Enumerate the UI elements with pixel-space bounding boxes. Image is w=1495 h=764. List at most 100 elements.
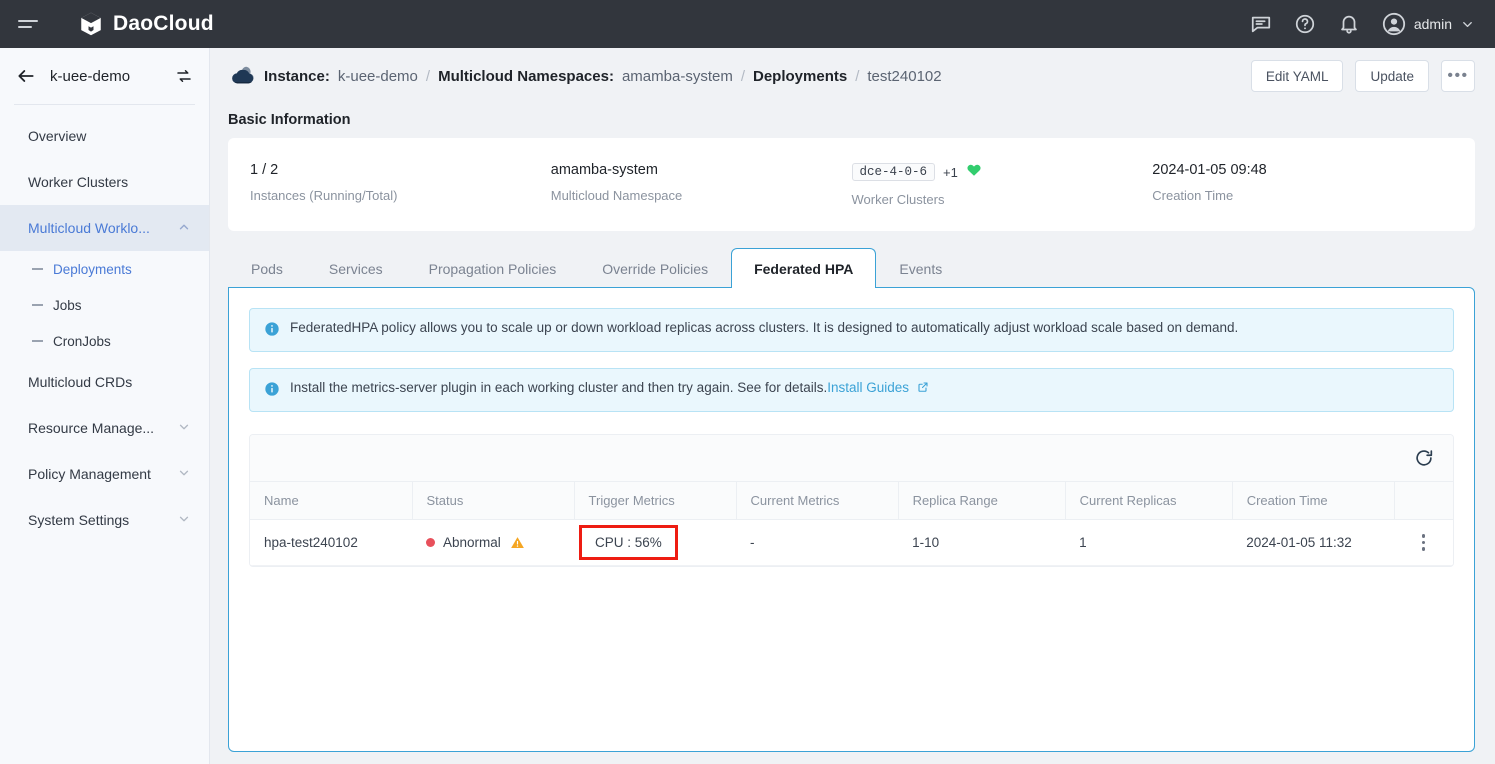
column-header-actions: [1394, 482, 1453, 520]
breadcrumb-separator: /: [741, 68, 745, 85]
sidebar-item-label: Overview: [28, 128, 86, 144]
sidebar-item-label: Multicloud CRDs: [28, 374, 132, 390]
breadcrumb: Instance: k-uee-demo / Multicloud Namesp…: [264, 68, 942, 85]
cell-current-metrics: -: [736, 520, 898, 566]
sidebar-item-overview[interactable]: Overview: [0, 113, 209, 159]
heart-icon: [966, 162, 982, 182]
sidebar-item-resource-management[interactable]: Resource Manage...: [0, 405, 209, 451]
hamburger-icon[interactable]: [14, 9, 44, 39]
sidebar-header: k-uee-demo: [0, 48, 209, 104]
sidebar-item-worker-clusters[interactable]: Worker Clusters: [0, 159, 209, 205]
breadcrumb-separator: /: [426, 68, 430, 85]
sidebar-item-policy-management[interactable]: Policy Management: [0, 451, 209, 497]
tab-services[interactable]: Services: [306, 249, 406, 287]
breadcrumb-bar: Instance: k-uee-demo / Multicloud Namesp…: [210, 48, 1495, 104]
sidebar-title: k-uee-demo: [50, 68, 161, 85]
breadcrumb-key-deployments[interactable]: Deployments: [753, 68, 847, 85]
column-header-current-replicas: Current Replicas: [1065, 482, 1232, 520]
breadcrumb-key-namespaces: Multicloud Namespaces:: [438, 68, 614, 85]
cell-actions: [1394, 520, 1453, 566]
cluster-tag[interactable]: dce-4-0-6: [852, 163, 936, 181]
edit-yaml-button[interactable]: Edit YAML: [1251, 60, 1344, 92]
basic-label: Multicloud Namespace: [551, 188, 852, 203]
tab-events[interactable]: Events: [876, 249, 965, 287]
sidebar-item-deployments[interactable]: Deployments: [0, 251, 209, 287]
bell-icon[interactable]: [1338, 13, 1360, 35]
more-actions-button[interactable]: •••: [1441, 60, 1475, 92]
sidebar-item-label: Jobs: [53, 298, 82, 313]
info-icon: [264, 321, 280, 340]
back-arrow-icon[interactable]: [16, 66, 36, 86]
chevron-down-icon: [177, 420, 191, 437]
basic-information-card: 1 / 2 Instances (Running/Total) amamba-s…: [228, 138, 1475, 231]
brand-logo[interactable]: DaoCloud: [78, 11, 214, 37]
sidebar-item-jobs[interactable]: Jobs: [0, 287, 209, 323]
basic-value: 1 / 2: [250, 162, 551, 178]
alert-text: Install the metrics-server plugin in eac…: [290, 380, 827, 395]
column-header-name: Name: [250, 482, 412, 520]
warning-icon[interactable]: [510, 535, 525, 550]
daocloud-cube-icon: [78, 11, 104, 37]
body: k-uee-demo Overview Worker Clusters Mult…: [0, 48, 1495, 764]
dash-icon: [32, 268, 43, 270]
trigger-metrics-highlight: CPU : 56%: [579, 525, 678, 560]
sidebar-item-system-settings[interactable]: System Settings: [0, 497, 209, 543]
switch-cluster-icon[interactable]: [175, 67, 193, 85]
sidebar-item-cronjobs[interactable]: CronJobs: [0, 323, 209, 359]
table-row: hpa-test240102 Abnormal: [250, 520, 1453, 566]
table-toolbar: [250, 435, 1453, 481]
user-menu[interactable]: admin: [1382, 12, 1475, 36]
dash-icon: [32, 340, 43, 342]
trigger-metrics-value: CPU : 56%: [595, 535, 662, 550]
tab-propagation-policies[interactable]: Propagation Policies: [406, 249, 580, 287]
cell-trigger-metrics: CPU : 56%: [574, 520, 736, 566]
chevron-up-icon: [177, 220, 191, 237]
header-actions: Edit YAML Update •••: [1251, 60, 1475, 92]
column-header-current-metrics: Current Metrics: [736, 482, 898, 520]
sidebar-item-label: Multicloud Worklo...: [28, 220, 150, 236]
alert-metrics-server: Install the metrics-server plugin in eac…: [249, 368, 1454, 412]
tab-panel-federated-hpa: FederatedHPA policy allows you to scale …: [228, 287, 1475, 752]
alert-text: FederatedHPA policy allows you to scale …: [290, 320, 1238, 335]
cell-status: Abnormal: [412, 520, 574, 566]
tab-pods[interactable]: Pods: [228, 249, 306, 287]
help-icon[interactable]: [1294, 13, 1316, 35]
cell-creation-time: 2024-01-05 11:32: [1232, 520, 1394, 566]
chevron-down-icon[interactable]: [1460, 17, 1475, 32]
alert-policy-description: FederatedHPA policy allows you to scale …: [249, 308, 1454, 352]
basic-field-worker-clusters: dce-4-0-6 +1 Worker Clusters: [852, 162, 1153, 207]
table-header-row: Name Status Trigger Metrics Current Metr…: [250, 482, 1453, 520]
sidebar-item-multicloud-crds[interactable]: Multicloud CRDs: [0, 359, 209, 405]
content-scroll: Basic Information 1 / 2 Instances (Runni…: [210, 104, 1495, 764]
external-link-icon[interactable]: [909, 380, 929, 395]
breadcrumb-key-instance: Instance:: [264, 68, 330, 85]
breadcrumb-value-namespace[interactable]: amamba-system: [622, 68, 733, 85]
cell-name[interactable]: hpa-test240102: [250, 520, 412, 566]
breadcrumb-value-instance[interactable]: k-uee-demo: [338, 68, 418, 85]
cell-current-replicas: 1: [1065, 520, 1232, 566]
update-button[interactable]: Update: [1355, 60, 1429, 92]
tab-bar: Pods Services Propagation Policies Overr…: [228, 247, 1475, 287]
sidebar-item-label: CronJobs: [53, 334, 111, 349]
page-title: Basic Information: [228, 112, 1475, 128]
kebab-menu-icon[interactable]: [1408, 534, 1439, 551]
tab-override-policies[interactable]: Override Policies: [579, 249, 731, 287]
sidebar-item-label: Deployments: [53, 262, 132, 277]
top-bar: DaoCloud admin: [0, 0, 1495, 48]
refresh-icon[interactable]: [1413, 447, 1435, 469]
sidebar-item-label: Worker Clusters: [28, 174, 128, 190]
install-guides-link[interactable]: Install Guides: [827, 380, 909, 395]
breadcrumb-value-deployment: test240102: [867, 68, 941, 85]
cloud-icon: [228, 63, 258, 89]
sidebar-item-multicloud-workloads[interactable]: Multicloud Worklo...: [0, 205, 209, 251]
user-name: admin: [1414, 16, 1452, 32]
sidebar-divider: [14, 104, 195, 105]
table-head: Name Status Trigger Metrics Current Metr…: [250, 482, 1453, 520]
tab-federated-hpa[interactable]: Federated HPA: [731, 248, 876, 288]
chat-icon[interactable]: [1250, 13, 1272, 35]
avatar: [1382, 12, 1406, 36]
sidebar-item-label: Policy Management: [28, 466, 151, 482]
chevron-down-icon: [177, 466, 191, 483]
column-header-replica-range: Replica Range: [898, 482, 1065, 520]
basic-field-namespace: amamba-system Multicloud Namespace: [551, 162, 852, 207]
